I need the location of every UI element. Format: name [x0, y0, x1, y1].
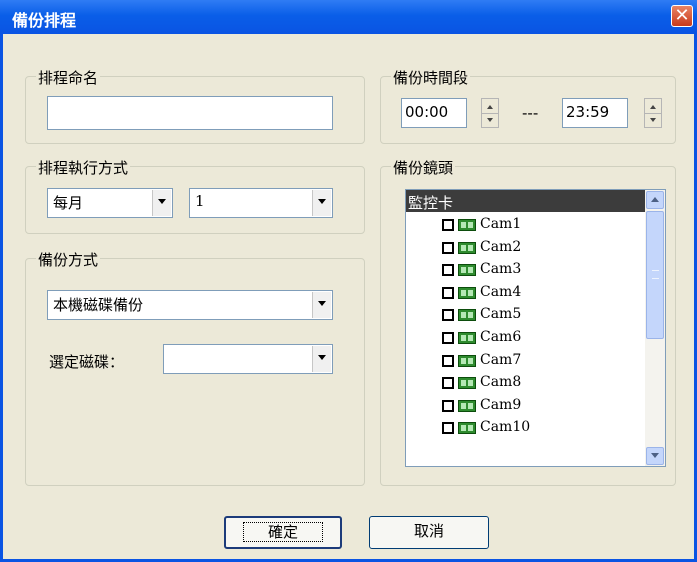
- camera-item[interactable]: Cam1: [442, 215, 642, 237]
- capture-card-icon: [458, 241, 476, 254]
- camera-item[interactable]: Cam3: [442, 260, 642, 282]
- title-bar[interactable]: 備份排程 ✕: [0, 0, 697, 34]
- camera-item[interactable]: Cam8: [442, 373, 642, 395]
- exec-method-legend: 排程執行方式: [36, 157, 131, 178]
- tree-root-node[interactable]: 監控卡: [406, 190, 645, 212]
- schedule-name-input[interactable]: [47, 96, 333, 130]
- camera-tree[interactable]: 監控卡 Cam1 Cam2 Cam3 Cam4 Cam5 Cam6 Cam7 Cam8 Cam9…: [405, 189, 666, 467]
- day-select[interactable]: 1: [189, 188, 333, 218]
- capture-card-icon: [458, 219, 476, 231]
- backup-time-legend: 備份時間段: [391, 67, 471, 88]
- window-title: 備份排程: [12, 11, 77, 30]
- period-value: 每月: [53, 194, 84, 212]
- close-icon[interactable]: ✕: [671, 5, 693, 27]
- camera-item[interactable]: Cam9: [442, 396, 642, 418]
- ok-button[interactable]: 確定: [224, 516, 342, 549]
- camera-label: Cam1: [480, 216, 522, 232]
- camera-checkbox[interactable]: [442, 399, 454, 412]
- camera-checkbox[interactable]: [442, 309, 454, 322]
- day-value: 1: [195, 192, 205, 210]
- capture-card-icon: [458, 286, 476, 299]
- end-time-value[interactable]: 23:59: [566, 103, 609, 121]
- backup-method-dropdown-icon[interactable]: [312, 292, 331, 318]
- period-select[interactable]: 每月: [47, 188, 173, 218]
- scroll-down-icon[interactable]: [646, 447, 664, 465]
- schedule-name-legend: 排程命名: [36, 67, 101, 88]
- capture-card-icon: [458, 264, 476, 277]
- camera-checkbox[interactable]: [442, 377, 454, 390]
- backup-method-legend: 備份方式: [36, 249, 101, 270]
- disk-dropdown-icon[interactable]: [312, 346, 331, 372]
- camera-item[interactable]: Cam5: [442, 305, 642, 327]
- camera-item[interactable]: Cam6: [442, 328, 642, 350]
- disk-label: 選定磁碟：: [49, 353, 125, 371]
- camera-checkbox[interactable]: [442, 332, 454, 344]
- start-time-up-icon[interactable]: [482, 99, 498, 114]
- tree-scrollbar[interactable]: [645, 190, 665, 466]
- ok-button-label: 確定: [242, 522, 323, 542]
- day-dropdown-icon[interactable]: [312, 190, 331, 216]
- camera-checkbox[interactable]: [442, 241, 454, 254]
- backup-cameras-legend: 備份鏡頭: [391, 157, 456, 178]
- capture-card-icon: [458, 377, 476, 390]
- camera-item[interactable]: Cam10: [442, 418, 642, 440]
- cancel-button-label: 取消: [413, 522, 444, 540]
- scroll-thumb[interactable]: [646, 211, 664, 339]
- capture-card-icon: [458, 309, 476, 322]
- capture-card-icon: [458, 422, 476, 435]
- capture-card-icon: [458, 354, 476, 367]
- start-time-spinner[interactable]: 00:00: [401, 98, 503, 128]
- backup-method-select[interactable]: 本機磁碟備份: [47, 290, 333, 320]
- camera-item[interactable]: Cam2: [442, 238, 642, 260]
- camera-label: Cam9: [480, 396, 522, 413]
- tree-root-label: 監控卡: [408, 194, 454, 212]
- camera-label: Cam6: [480, 329, 522, 345]
- start-time-down-icon[interactable]: [482, 113, 498, 127]
- camera-label: Cam5: [480, 306, 522, 323]
- camera-item[interactable]: Cam7: [442, 351, 642, 373]
- capture-card-icon: [458, 332, 476, 344]
- cancel-button[interactable]: 取消: [369, 516, 489, 549]
- camera-label: Cam10: [480, 419, 531, 436]
- camera-label: Cam4: [480, 283, 522, 300]
- camera-checkbox[interactable]: [442, 286, 454, 299]
- disk-select[interactable]: [163, 344, 333, 374]
- camera-label: Cam8: [480, 374, 522, 391]
- camera-label: Cam7: [480, 351, 522, 368]
- start-time-value[interactable]: 00:00: [405, 103, 448, 121]
- period-dropdown-icon[interactable]: [152, 190, 171, 216]
- camera-checkbox[interactable]: [442, 422, 454, 435]
- backup-method-value: 本機磁碟備份: [53, 296, 144, 314]
- camera-label: Cam3: [480, 261, 522, 278]
- end-time-down-icon[interactable]: [645, 113, 661, 127]
- camera-checkbox[interactable]: [442, 219, 454, 231]
- camera-label: Cam2: [480, 238, 522, 255]
- camera-item[interactable]: Cam4: [442, 283, 642, 305]
- end-time-up-icon[interactable]: [645, 99, 661, 114]
- camera-checkbox[interactable]: [442, 354, 454, 367]
- end-time-spinner[interactable]: 23:59: [562, 98, 666, 128]
- camera-checkbox[interactable]: [442, 264, 454, 277]
- time-separator: ---: [522, 104, 539, 122]
- capture-card-icon: [458, 399, 476, 412]
- scroll-up-icon[interactable]: [646, 191, 664, 209]
